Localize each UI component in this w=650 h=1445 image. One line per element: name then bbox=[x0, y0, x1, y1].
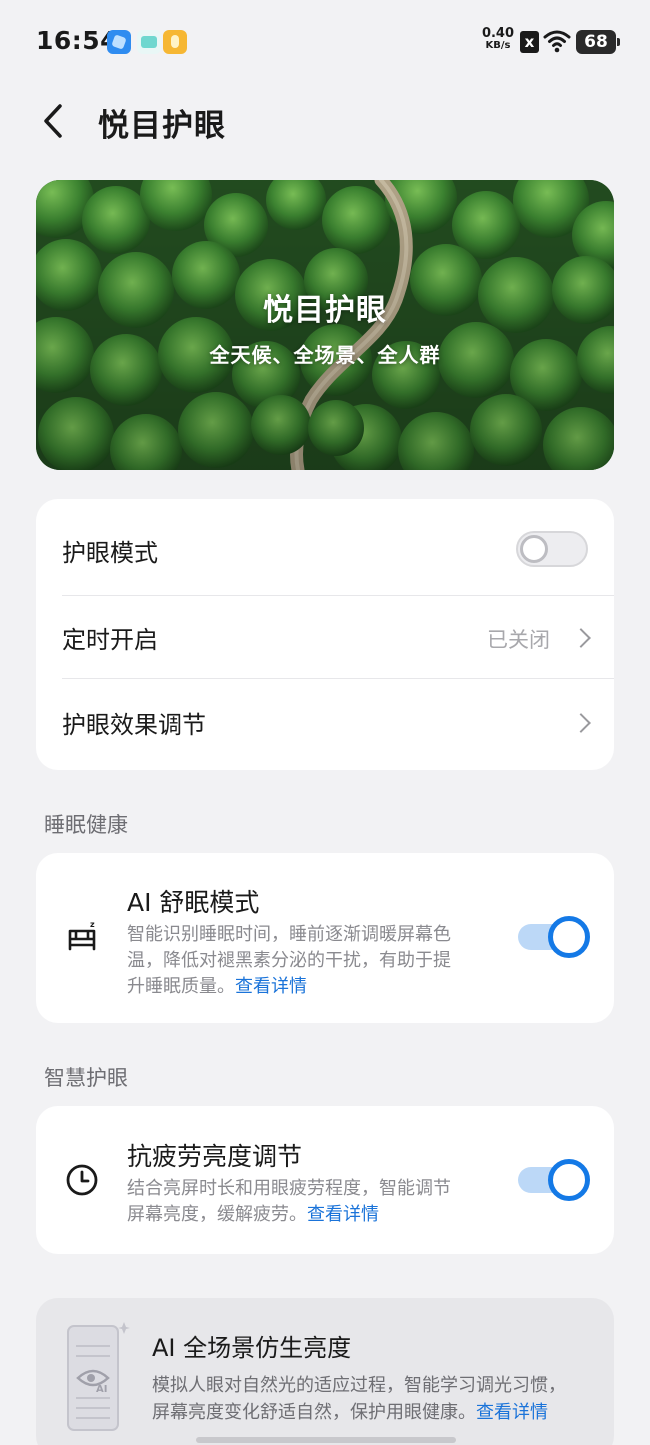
banner-image: 悦目护眼 全天候、全场景、全人群 bbox=[36, 180, 614, 470]
bed-icon: z bbox=[68, 920, 96, 951]
anti-fatigue-brightness-card: 抗疲劳亮度调节 结合亮屏时长和用眼疲劳程度，智能调节 屏幕亮度，缓解疲劳。查看详… bbox=[36, 1106, 614, 1254]
description-line: 模拟人眼对自然光的适应过程，智能学习调光习惯， bbox=[152, 1375, 566, 1396]
anti-fatigue-description: 结合亮屏时长和用眼疲劳程度，智能调节 屏幕亮度，缓解疲劳。查看详情 bbox=[127, 1176, 492, 1228]
ai-sleep-mode-toggle[interactable] bbox=[518, 914, 592, 960]
eye-effect-row[interactable]: 护眼效果调节 bbox=[36, 679, 614, 770]
eye-care-settings-screen: 16:54 0.40 KB/s x 68 悦目护眼 悦目护眼 全天候、全场景、全… bbox=[0, 0, 650, 1445]
chevron-right-icon bbox=[571, 713, 591, 733]
page-title: 悦目护眼 bbox=[98, 108, 226, 144]
eye-mode-settings-card: 护眼模式 定时开启 已关闭 护眼效果调节 bbox=[36, 499, 614, 770]
description-line: 屏幕亮度变化舒适自然，保护用眼健康。查看详情 bbox=[152, 1399, 598, 1426]
eye-mode-toggle[interactable] bbox=[516, 531, 588, 567]
ai-bionic-brightness-card[interactable]: AI AI 全场景仿生亮度 模拟人眼对自然光的适应过程，智能学习调光习惯， 屏幕… bbox=[36, 1298, 614, 1445]
eye-effect-label: 护眼效果调节 bbox=[62, 711, 206, 739]
wifi-icon bbox=[543, 30, 571, 53]
description-text: 屏幕亮度，缓解疲劳。 bbox=[127, 1204, 307, 1225]
home-indicator[interactable] bbox=[196, 1437, 456, 1443]
ai-sleep-mode-card: z AI 舒眠模式 智能识别睡眠时间，睡前逐渐调暖屏幕色 温，降低对褪黑素分泌的… bbox=[36, 853, 614, 1023]
ai-bionic-brightness-title: AI 全场景仿生亮度 bbox=[152, 1334, 352, 1362]
clock-icon bbox=[66, 1164, 98, 1196]
ai-sleep-mode-description: 智能识别睡眠时间，睡前逐渐调暖屏幕色 温，降低对褪黑素分泌的干扰，有助于提 升睡… bbox=[127, 922, 492, 1000]
view-details-link[interactable]: 查看详情 bbox=[235, 976, 307, 997]
description-line: 屏幕亮度，缓解疲劳。查看详情 bbox=[127, 1202, 492, 1228]
section-header-smart-eye-care: 智慧护眼 bbox=[44, 1066, 128, 1090]
network-speed-unit: KB/s bbox=[485, 40, 511, 51]
back-button[interactable] bbox=[36, 98, 76, 144]
description-line: 智能识别睡眠时间，睡前逐渐调暖屏幕色 bbox=[127, 924, 451, 945]
view-details-link[interactable]: 查看详情 bbox=[476, 1402, 548, 1423]
battery-indicator: 68 bbox=[576, 30, 620, 54]
ai-bionic-brightness-description: 模拟人眼对自然光的适应过程，智能学习调光习惯， 屏幕亮度变化舒适自然，保护用眼健… bbox=[152, 1372, 598, 1426]
section-header-sleep-health: 睡眠健康 bbox=[44, 813, 128, 837]
no-sim-icon: x bbox=[520, 31, 539, 53]
svg-text:z: z bbox=[90, 920, 95, 929]
chevron-left-icon bbox=[44, 104, 62, 138]
ai-sleep-mode-title: AI 舒眠模式 bbox=[127, 888, 260, 917]
toggle-knob bbox=[548, 916, 590, 958]
phone-eye-ai-illustration: AI bbox=[67, 1322, 130, 1431]
network-speed: 0.40 KB/s bbox=[481, 26, 515, 52]
network-speed-value: 0.40 bbox=[481, 26, 515, 41]
view-details-link[interactable]: 查看详情 bbox=[307, 1204, 379, 1225]
eye-mode-row[interactable]: 护眼模式 bbox=[36, 499, 614, 595]
app-notification-icon bbox=[107, 30, 131, 54]
app-notification-icon bbox=[137, 30, 161, 54]
schedule-status: 已关闭 bbox=[487, 628, 550, 652]
toggle-knob bbox=[548, 1159, 590, 1201]
description-line: 温，降低对褪黑素分泌的干扰，有助于提 bbox=[127, 950, 451, 971]
schedule-row[interactable]: 定时开启 已关闭 bbox=[36, 596, 614, 679]
status-bar: 16:54 0.40 KB/s x 68 bbox=[0, 0, 650, 86]
ai-badge-text: AI bbox=[96, 1384, 107, 1395]
anti-fatigue-toggle[interactable] bbox=[518, 1157, 592, 1203]
description-text: 升睡眠质量。 bbox=[127, 976, 235, 997]
description-line: 升睡眠质量。查看详情 bbox=[127, 974, 492, 1000]
eye-mode-label: 护眼模式 bbox=[62, 539, 158, 567]
chevron-right-icon bbox=[571, 628, 591, 648]
app-notification-icon bbox=[163, 30, 187, 54]
schedule-label: 定时开启 bbox=[62, 626, 158, 654]
description-text: 屏幕亮度变化舒适自然，保护用眼健康。 bbox=[152, 1402, 476, 1423]
description-line: 结合亮屏时长和用眼疲劳程度，智能调节 bbox=[127, 1178, 451, 1199]
status-time: 16:54 bbox=[36, 26, 119, 55]
anti-fatigue-title: 抗疲劳亮度调节 bbox=[127, 1142, 303, 1171]
banner-subtitle: 全天候、全场景、全人群 bbox=[209, 343, 441, 367]
banner-title: 悦目护眼 bbox=[263, 293, 387, 328]
